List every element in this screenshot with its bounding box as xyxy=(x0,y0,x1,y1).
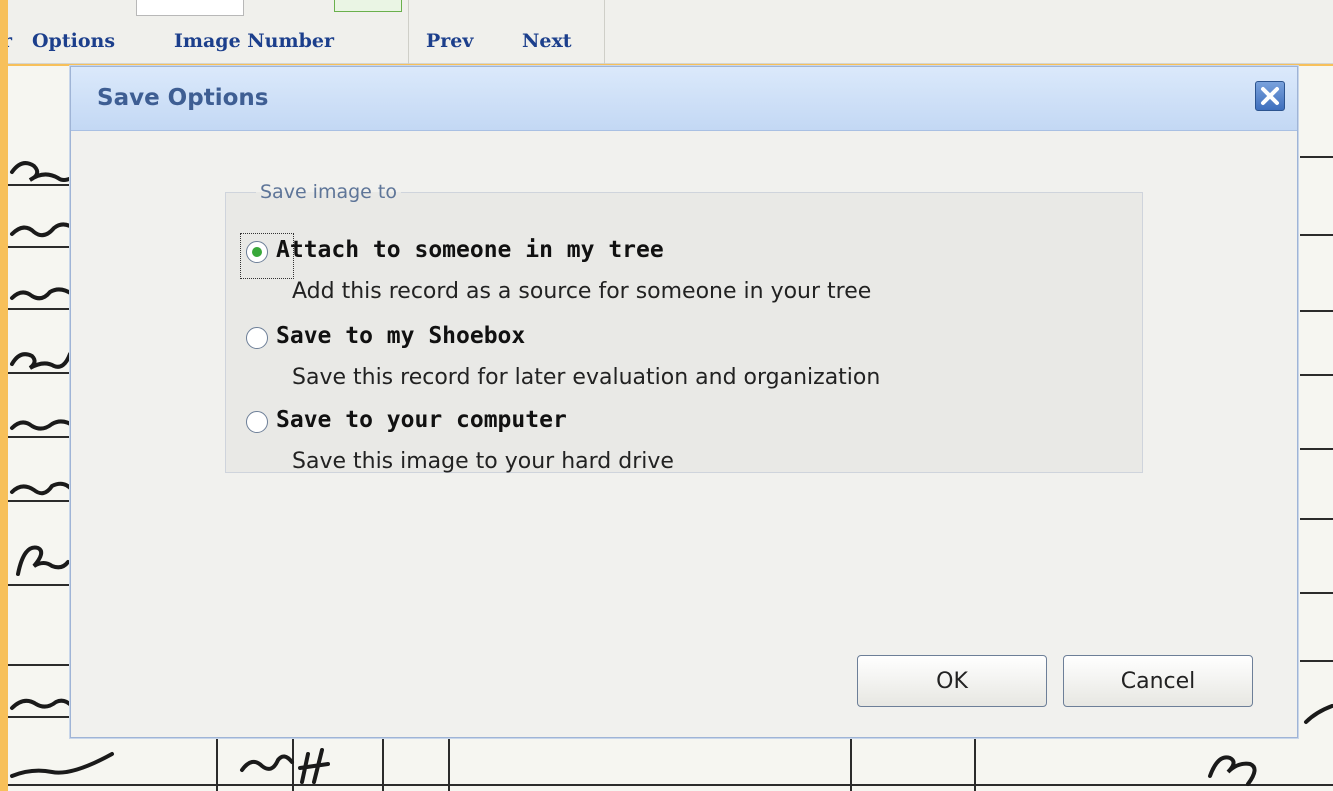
close-button[interactable] xyxy=(1255,81,1285,111)
toolbar-options-link[interactable]: Options xyxy=(32,30,115,52)
close-icon xyxy=(1261,87,1279,105)
option-label[interactable]: Save to your computer xyxy=(276,407,567,433)
toolbar-image-number-label: Image Number xyxy=(174,30,334,52)
group-legend: Save image to xyxy=(260,181,397,203)
cancel-button[interactable]: Cancel xyxy=(1063,655,1253,707)
option-description: Save this record for later evaluation an… xyxy=(292,365,881,390)
toolbar-divider xyxy=(408,0,409,64)
toolbar-input-box[interactable] xyxy=(136,0,244,16)
radio-attach-to-tree[interactable] xyxy=(246,241,268,263)
dialog-title: Save Options xyxy=(97,85,269,111)
image-toolbar: r Options Image Number Prev Next xyxy=(2,0,1333,64)
option-label[interactable]: Save to my Shoebox xyxy=(276,323,525,349)
save-image-to-group: Save image to Attach to someone in my tr… xyxy=(225,181,1143,474)
dialog-header: Save Options xyxy=(71,67,1297,131)
toolbar-prev-link[interactable]: Prev xyxy=(426,30,473,52)
toolbar-go-box[interactable] xyxy=(334,0,402,12)
toolbar-divider xyxy=(604,0,605,64)
page-frame-left xyxy=(0,0,8,791)
option-description: Save this image to your hard drive xyxy=(292,449,674,474)
option-label[interactable]: Attach to someone in my tree xyxy=(276,237,664,263)
radio-save-to-shoebox[interactable] xyxy=(246,327,268,349)
radio-save-to-computer[interactable] xyxy=(246,411,268,433)
ok-button[interactable]: OK xyxy=(857,655,1047,707)
save-options-dialog: Save Options Save image to Attach to som… xyxy=(70,66,1298,738)
option-description: Add this record as a source for someone … xyxy=(292,279,872,304)
toolbar-next-link[interactable]: Next xyxy=(522,30,572,52)
